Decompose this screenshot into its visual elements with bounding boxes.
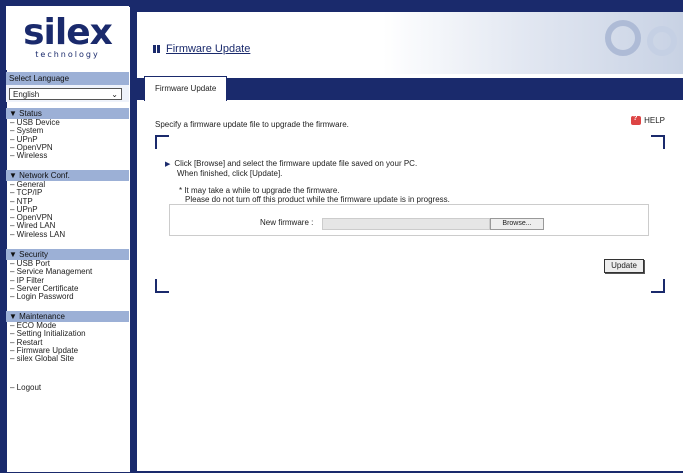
firmware-file-input[interactable]	[322, 218, 490, 230]
note-line2: Please do not turn off this product whil…	[185, 195, 450, 204]
logo-main-text: silex	[23, 12, 113, 53]
page-title: Firmware Update	[153, 43, 250, 55]
help-book-icon	[631, 115, 642, 125]
menu-item-login-password[interactable]: – Login Password	[6, 292, 129, 301]
menu-item-wireless-lan[interactable]: – Wireless LAN	[6, 230, 129, 239]
step1-line1: Click [Browse] and select the firmware u…	[174, 159, 418, 168]
browse-button[interactable]: Browse...	[490, 218, 544, 230]
note-line1: * It may take a while to upgrade the fir…	[179, 186, 340, 195]
firmware-file-row: New firmware : Browse...	[169, 204, 649, 236]
menu-item-logout[interactable]: – Logout	[10, 383, 41, 392]
main-panel: Firmware Update Firmware Update Specify …	[137, 12, 683, 471]
page-title-text: Firmware Update	[166, 43, 251, 55]
language-select[interactable]: English ⌄	[9, 88, 122, 100]
note-text: * It may take a while to upgrade the fir…	[179, 186, 450, 204]
title-bullet-icon	[153, 45, 161, 53]
menu-maintenance: ▼ Maintenance – ECO Mode – Setting Initi…	[6, 311, 129, 363]
intro-text: Specify a firmware update file to upgrad…	[155, 120, 349, 129]
corner-decoration	[155, 135, 169, 149]
help-link[interactable]: HELP	[631, 115, 665, 125]
language-label: Select Language	[6, 72, 129, 85]
silex-logo: silex technology	[6, 6, 129, 70]
new-firmware-label: New firmware :	[260, 218, 314, 227]
corner-decoration	[651, 135, 665, 149]
gear-icon	[647, 26, 677, 56]
corner-decoration	[651, 279, 665, 293]
update-button[interactable]: Update	[604, 259, 644, 273]
corner-decoration	[155, 279, 169, 293]
firmware-form-box: ▶ Click [Browse] and select the firmware …	[155, 135, 665, 293]
arrow-right-icon: ▶	[165, 161, 171, 168]
help-label: HELP	[644, 116, 665, 125]
page-header: Firmware Update	[137, 12, 683, 74]
language-selected: English	[13, 89, 40, 99]
step1-text: ▶ Click [Browse] and select the firmware …	[165, 159, 417, 178]
menu-network: ▼ Network Conf. – General – TCP/IP – NTP…	[6, 170, 129, 239]
tab-firmware-update[interactable]: Firmware Update	[144, 76, 228, 101]
menu-security: ▼ Security – USB Port – Service Manageme…	[6, 249, 129, 301]
language-panel: Select Language English ⌄	[6, 72, 129, 102]
step1-line2: When finished, click [Update].	[177, 169, 283, 178]
menu-item-wireless[interactable]: – Wireless	[6, 151, 129, 160]
menu-item-silex-global-site[interactable]: – silex Global Site	[6, 354, 129, 363]
menu-status: ▼ Status – USB Device – System – UPnP – …	[6, 108, 129, 160]
gear-icon	[605, 20, 641, 56]
chevron-down-icon: ⌄	[111, 89, 118, 99]
